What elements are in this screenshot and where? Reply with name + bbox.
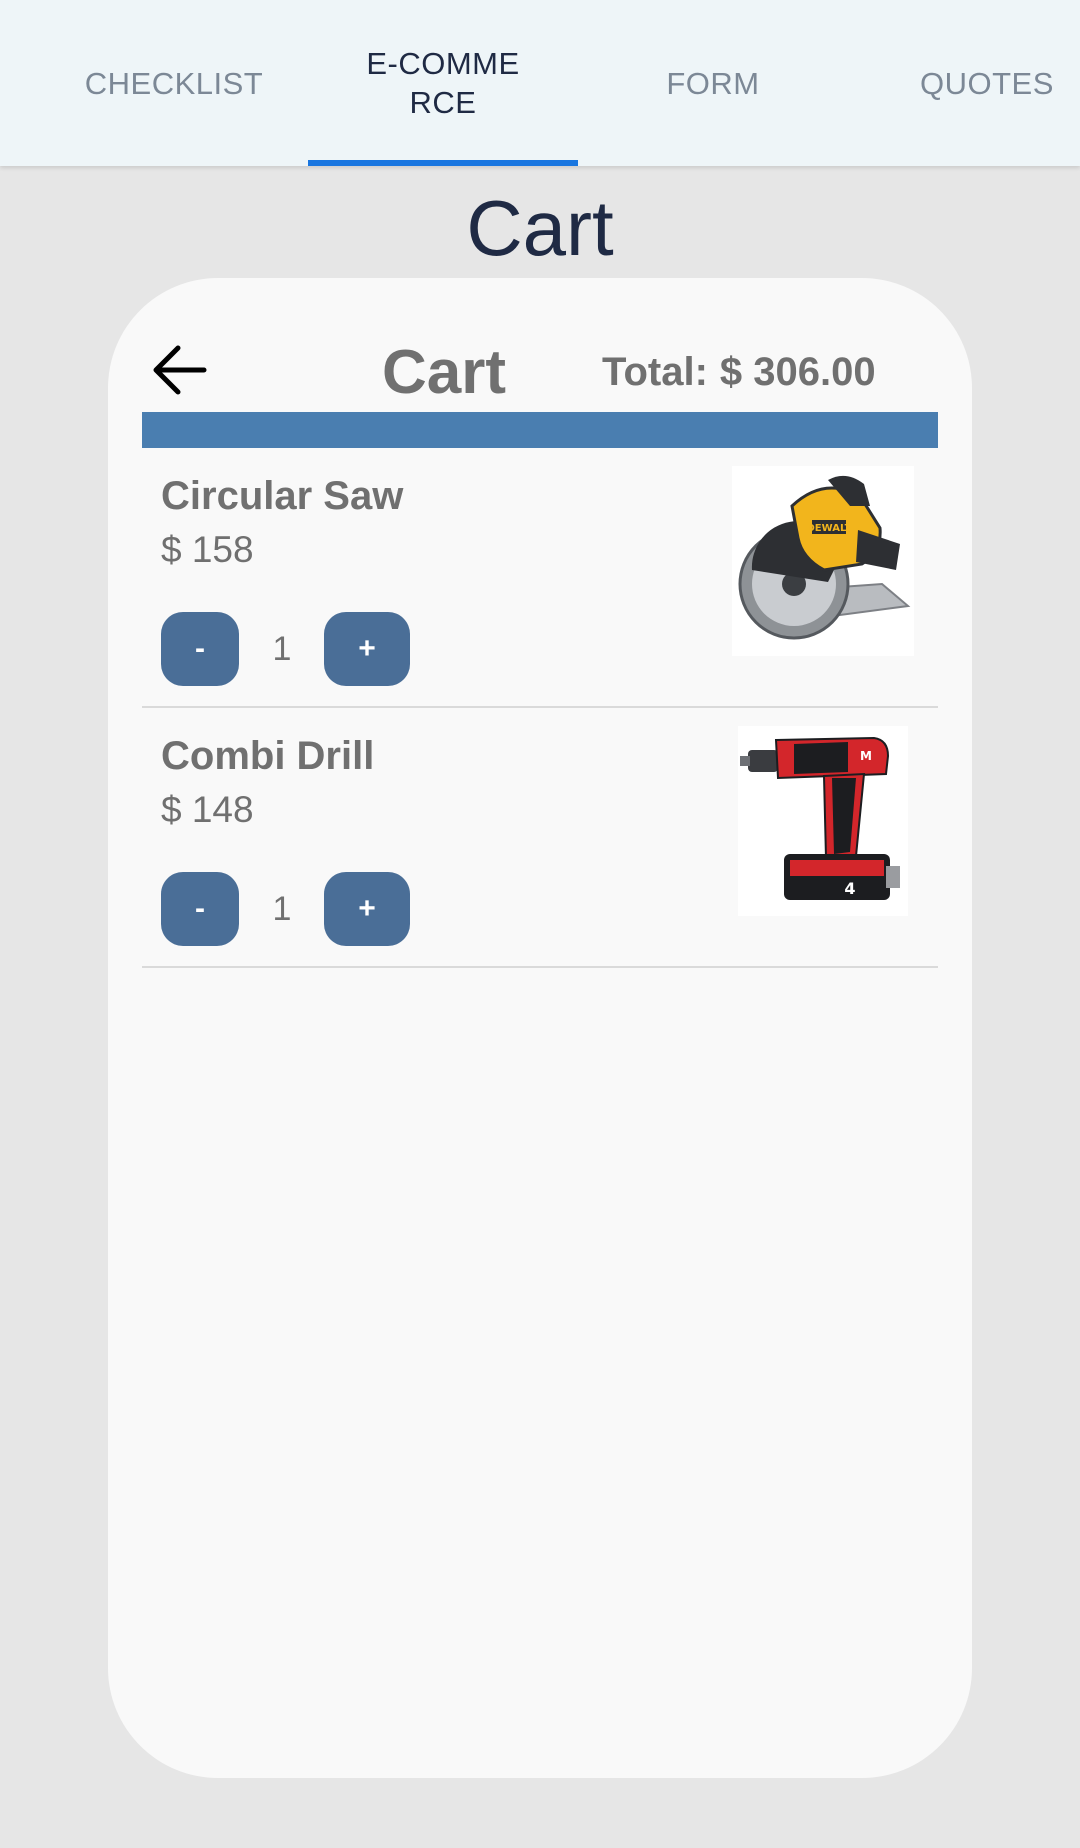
page-title: Cart	[466, 184, 614, 272]
svg-text:4: 4	[844, 879, 855, 898]
back-button[interactable]	[148, 338, 212, 402]
tab-quotes-label: QUOTES	[920, 65, 1054, 101]
cart-title: Cart	[382, 338, 507, 407]
combi-drill-image: M 4	[738, 726, 908, 916]
tab-form[interactable]: FORM	[578, 0, 848, 166]
tab-checklist[interactable]: CHECKLIST	[40, 0, 308, 166]
increase-quantity-button[interactable]: +	[324, 872, 410, 946]
tab-ecommerce-label: E-COMMERCE	[366, 46, 520, 120]
decrease-quantity-button[interactable]: -	[161, 612, 239, 686]
item-price: $ 148	[161, 789, 254, 830]
tab-checklist-label: CHECKLIST	[84, 65, 264, 101]
svg-text:M: M	[860, 749, 872, 763]
quantity-value: 1	[272, 889, 292, 928]
increase-quantity-button[interactable]: +	[324, 612, 410, 686]
tab-ecommerce[interactable]: E-COMMERCE	[308, 0, 578, 166]
svg-text:DEWALT: DEWALT	[807, 523, 852, 534]
active-tab-indicator	[308, 160, 578, 166]
item-price: $ 158	[161, 529, 254, 570]
item-name: Combi Drill	[161, 734, 375, 778]
tab-quotes[interactable]: QUOTES	[848, 0, 1080, 166]
total-value: $ 306.00	[719, 350, 876, 394]
top-tab-bar: CHECKLIST E-COMMERCE FORM QUOTES	[0, 0, 1080, 166]
total-label: Total:	[602, 350, 708, 394]
cart-card: Cart Total: $ 306.00 Circular Saw $ 158 -…	[108, 278, 972, 1778]
quantity-value: 1	[272, 629, 292, 668]
cart-total: Total: $ 306.00	[602, 348, 876, 396]
item-name: Circular Saw	[161, 474, 404, 518]
arrow-left-icon	[153, 345, 207, 395]
cart-item: Circular Saw $ 158 - 1 + DEWALT	[142, 448, 938, 708]
decrease-quantity-button[interactable]: -	[161, 872, 239, 946]
circular-saw-image: DEWALT	[732, 466, 914, 656]
cart-item: Combi Drill $ 148 - 1 + M 4	[142, 708, 938, 968]
tab-form-label: FORM	[666, 65, 760, 101]
cart-header-bar	[142, 412, 938, 448]
